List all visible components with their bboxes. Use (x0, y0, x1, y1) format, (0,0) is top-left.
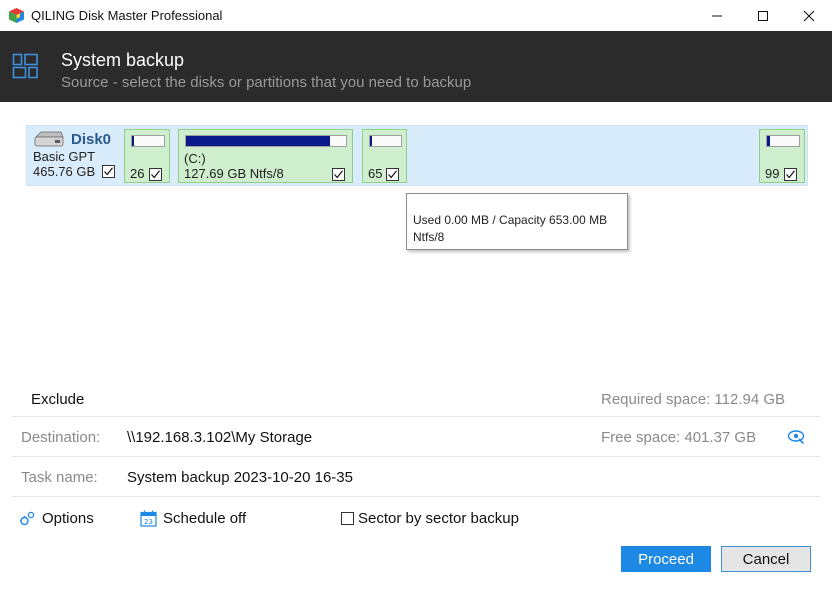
exclude-link[interactable]: Exclude (31, 391, 84, 408)
usage-bar (185, 135, 347, 147)
partition-1[interactable]: 26 (124, 129, 170, 183)
task-name-label: Task name: (21, 469, 98, 486)
checkmark-icon (151, 170, 160, 179)
sector-checkbox-box[interactable] (341, 511, 354, 525)
browse-icon[interactable] (787, 428, 805, 445)
disk-size: 465.76 GB (33, 164, 96, 179)
options-button[interactable]: Options (19, 508, 94, 528)
usage-bar (766, 135, 800, 147)
app-cube-icon (9, 8, 24, 23)
partition-checkbox[interactable] (332, 168, 345, 181)
checkmark-icon (388, 170, 397, 179)
window-title: QILING Disk Master Professional (31, 8, 223, 23)
partition-label: 26 (130, 166, 145, 181)
partition-checkbox[interactable] (149, 168, 162, 181)
partition-tooltip: Used 0.00 MB / Capacity 653.00 MB Ntfs/8 (406, 193, 628, 250)
minimize-button[interactable] (694, 0, 740, 31)
gear-icon (20, 511, 35, 525)
disk-info[interactable]: Disk0 Basic GPT 465.76 GB (27, 126, 122, 185)
sector-label: Sector by sector backup (358, 509, 519, 527)
usage-fill (132, 136, 134, 146)
destination-path[interactable]: \\192.168.3.102\My Storage (127, 429, 312, 446)
close-icon (803, 10, 815, 21)
sector-by-sector-checkbox[interactable]: Sector by sector backup (341, 508, 519, 528)
options-label: Options (42, 509, 94, 527)
divider (12, 416, 820, 417)
usage-fill (370, 136, 372, 146)
disk-row: Disk0 Basic GPT 465.76 GB 26 (C:) 127.69… (26, 125, 808, 186)
hard-disk-icon (34, 131, 64, 147)
schedule-label: Schedule off (163, 509, 247, 527)
destination-label: Destination: (21, 429, 101, 446)
maximize-button[interactable] (740, 0, 786, 31)
minimize-icon (712, 15, 722, 16)
partition-label: 65 (368, 166, 383, 181)
task-name-value[interactable]: System backup 2023-10-20 16-35 (127, 469, 353, 486)
checkmark-icon (786, 170, 795, 179)
usage-fill (767, 136, 770, 146)
usage-bar (131, 135, 165, 147)
partition-label: 99 (765, 166, 780, 181)
partition-label: 127.69 GB Ntfs/8 (184, 166, 284, 181)
tooltip-filesystem: Ntfs/8 (413, 230, 445, 244)
close-button[interactable] (786, 0, 832, 31)
proceed-button[interactable]: Proceed (621, 546, 711, 572)
schedule-button[interactable]: 23 Schedule off (140, 508, 246, 528)
disk-checkbox[interactable] (102, 165, 115, 178)
svg-text:23: 23 (144, 518, 153, 526)
grid-icon (12, 53, 38, 79)
partition-c[interactable]: (C:) 127.69 GB Ntfs/8 (178, 129, 353, 183)
partition-checkbox[interactable] (784, 168, 797, 181)
page-title: System backup (61, 50, 185, 70)
disk-name: Disk0 (71, 131, 112, 148)
divider (12, 496, 820, 497)
page-header: System backup Source - select the disks … (0, 31, 832, 102)
cancel-button[interactable]: Cancel (721, 546, 811, 572)
partition-checkbox[interactable] (386, 168, 399, 181)
usage-fill (186, 136, 330, 146)
checkmark-icon (104, 167, 113, 176)
partition-3[interactable]: 65 (362, 129, 407, 183)
required-space: Required space: 112.94 GB (601, 391, 786, 408)
page-subtitle: Source - select the disks or partitions … (61, 74, 472, 91)
title-bar: QILING Disk Master Professional (0, 0, 832, 31)
divider (12, 456, 820, 457)
partition-4[interactable]: 99 (759, 129, 805, 183)
free-space: Free space: 401.37 GB (601, 429, 757, 446)
partition-drive-letter: (C:) (184, 151, 206, 166)
maximize-icon (758, 10, 768, 21)
usage-bar (369, 135, 402, 147)
checkmark-icon (334, 170, 343, 179)
tooltip-usage: Used 0.00 MB / Capacity 653.00 MB (413, 213, 608, 227)
disk-type: Basic GPT (33, 149, 96, 164)
calendar-icon: 23 (140, 510, 157, 527)
